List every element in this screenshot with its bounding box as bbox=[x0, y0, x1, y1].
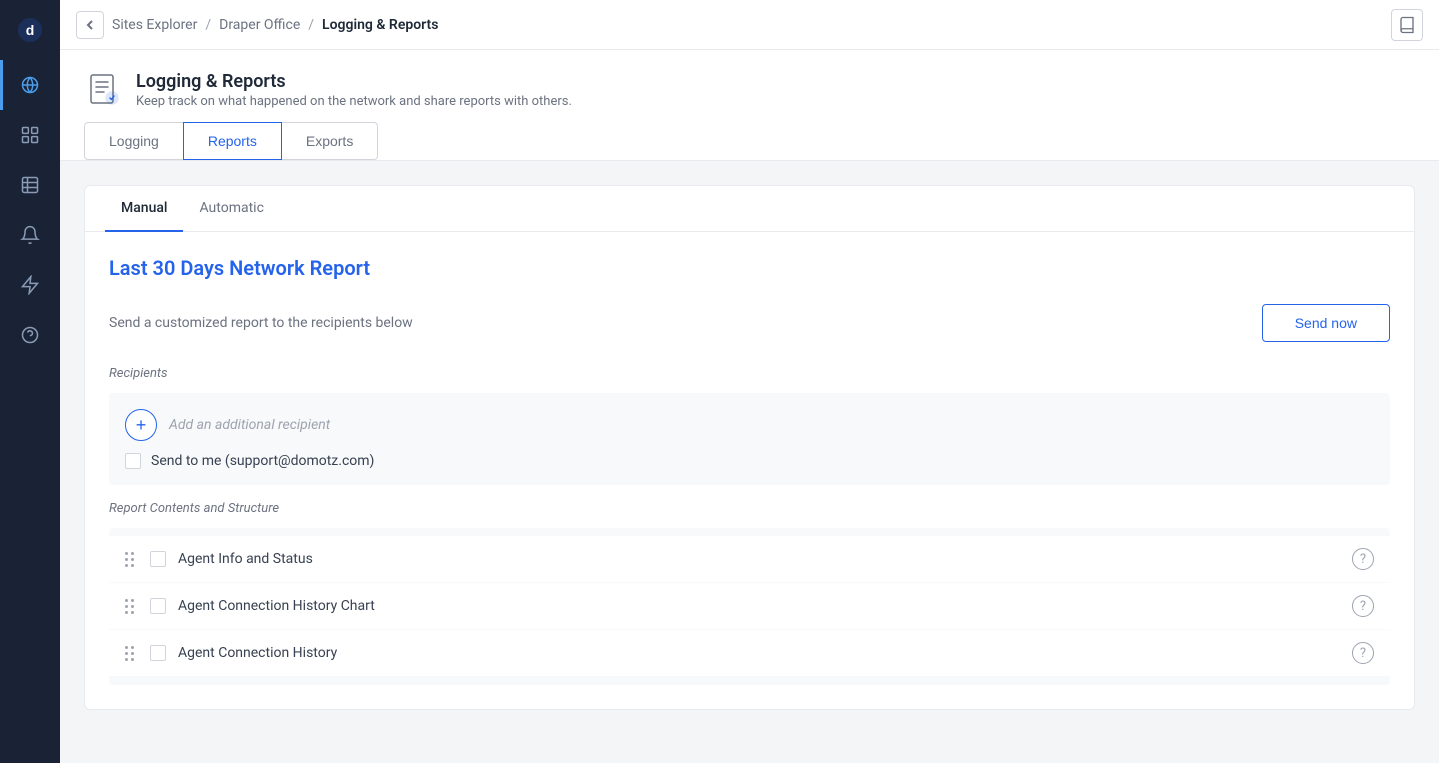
item-1-checkbox[interactable] bbox=[150, 551, 166, 567]
send-to-me-row: Send to me (support@domotz.com) bbox=[125, 453, 1374, 469]
add-recipient-row: + Add an additional recipient bbox=[125, 409, 1374, 441]
recipients-section: + Add an additional recipient Send to me… bbox=[109, 393, 1390, 485]
report-item-3: Agent Connection History ? bbox=[109, 630, 1390, 676]
item-2-help-icon[interactable]: ? bbox=[1352, 595, 1374, 617]
drag-handle-3[interactable] bbox=[125, 646, 134, 661]
tabs-row: Logging Reports Exports bbox=[84, 122, 1415, 160]
breadcrumb: Sites Explorer / Draper Office / Logging… bbox=[76, 11, 438, 39]
topbar: Sites Explorer / Draper Office / Logging… bbox=[60, 0, 1439, 50]
send-to-me-label: Send to me (support@domotz.com) bbox=[151, 453, 374, 469]
sub-tabs: Manual Automatic bbox=[85, 186, 1414, 232]
add-recipient-label: Add an additional recipient bbox=[169, 417, 330, 433]
back-button[interactable] bbox=[76, 11, 104, 39]
send-to-me-checkbox[interactable] bbox=[125, 453, 141, 469]
report-card: Manual Automatic Last 30 Days Network Re… bbox=[84, 185, 1415, 710]
report-body: Last 30 Days Network Report Send a custo… bbox=[85, 232, 1414, 709]
send-row: Send a customized report to the recipien… bbox=[109, 304, 1390, 342]
report-contents-label: Report Contents and Structure bbox=[109, 501, 1390, 516]
report-title: Last 30 Days Network Report bbox=[109, 256, 1390, 280]
breadcrumb-current: Logging & Reports bbox=[322, 17, 438, 33]
page-title: Logging & Reports bbox=[136, 71, 572, 92]
breadcrumb-sep1: / bbox=[205, 17, 211, 33]
drag-handle-2[interactable] bbox=[125, 599, 134, 614]
send-now-button[interactable]: Send now bbox=[1262, 304, 1390, 342]
content-area: Manual Automatic Last 30 Days Network Re… bbox=[60, 161, 1439, 734]
item-3-help-icon[interactable]: ? bbox=[1352, 642, 1374, 664]
report-item: Agent Info and Status ? bbox=[109, 536, 1390, 582]
sidebar-logo: d bbox=[0, 0, 60, 60]
recipients-label: Recipients bbox=[109, 366, 1390, 381]
breadcrumb-sites-explorer[interactable]: Sites Explorer bbox=[112, 17, 197, 33]
main-content: Sites Explorer / Draper Office / Logging… bbox=[60, 0, 1439, 763]
sidebar-item-grid[interactable] bbox=[0, 110, 60, 160]
page-title-text: Logging & Reports Keep track on what hap… bbox=[136, 71, 572, 109]
logging-reports-icon bbox=[84, 70, 124, 110]
page-header: Logging & Reports Keep track on what hap… bbox=[60, 50, 1439, 161]
item-2-checkbox[interactable] bbox=[150, 598, 166, 614]
report-contents-section: Agent Info and Status ? Agent Connection… bbox=[109, 528, 1390, 685]
page-content: Logging & Reports Keep track on what hap… bbox=[60, 50, 1439, 763]
drag-handle-1[interactable] bbox=[125, 552, 134, 567]
report-item-1-label: Agent Info and Status bbox=[178, 551, 1340, 567]
breadcrumb-draper-office[interactable]: Draper Office bbox=[219, 17, 300, 33]
item-3-checkbox[interactable] bbox=[150, 645, 166, 661]
sidebar-item-help[interactable] bbox=[0, 310, 60, 360]
tab-logging[interactable]: Logging bbox=[84, 122, 184, 160]
book-icon-button[interactable] bbox=[1391, 9, 1423, 41]
sidebar-item-table[interactable] bbox=[0, 160, 60, 210]
item-1-help-icon[interactable]: ? bbox=[1352, 548, 1374, 570]
sidebar-item-lightning[interactable] bbox=[0, 260, 60, 310]
sidebar-item-bell[interactable] bbox=[0, 210, 60, 260]
send-description: Send a customized report to the recipien… bbox=[109, 315, 413, 331]
report-item-2: Agent Connection History Chart ? bbox=[109, 583, 1390, 629]
svg-text:d: d bbox=[26, 22, 35, 38]
sidebar-item-globe[interactable] bbox=[0, 60, 60, 110]
sidebar: d bbox=[0, 0, 60, 763]
page-title-row: Logging & Reports Keep track on what hap… bbox=[84, 70, 1415, 110]
tab-exports[interactable]: Exports bbox=[281, 122, 378, 160]
report-item-2-label: Agent Connection History Chart bbox=[178, 598, 1340, 614]
sub-tab-manual[interactable]: Manual bbox=[105, 186, 183, 232]
sub-tab-automatic[interactable]: Automatic bbox=[183, 186, 279, 232]
report-item-3-label: Agent Connection History bbox=[178, 645, 1340, 661]
breadcrumb-sep2: / bbox=[308, 17, 314, 33]
add-recipient-button[interactable]: + bbox=[125, 409, 157, 441]
page-description: Keep track on what happened on the netwo… bbox=[136, 94, 572, 109]
tab-reports[interactable]: Reports bbox=[183, 122, 282, 160]
